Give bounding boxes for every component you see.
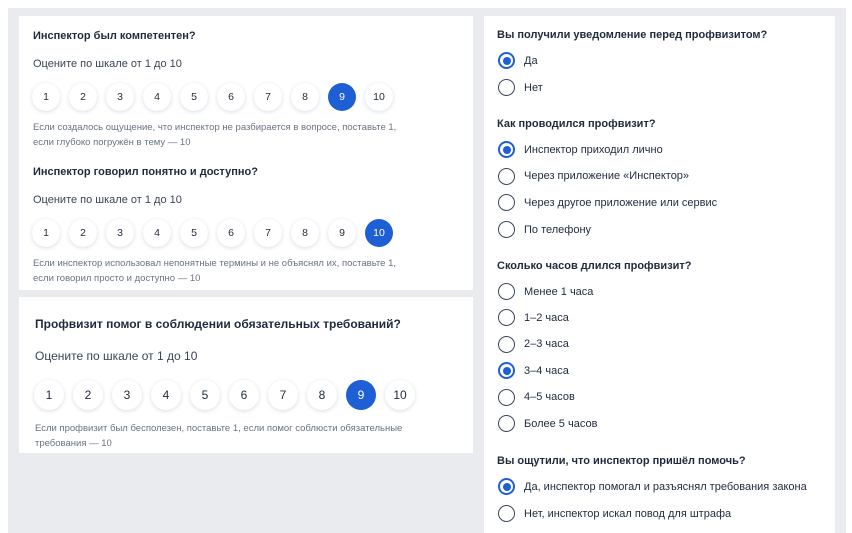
rating-option[interactable]: 7	[254, 83, 282, 111]
radio-option-label: Более 5 часов	[524, 417, 598, 430]
radio-option[interactable]: 4–5 часов	[498, 388, 575, 406]
rating-option[interactable]: 3	[106, 219, 134, 247]
radio-option[interactable]: 2–3 часа	[498, 335, 569, 353]
radio-option-label: 4–5 часов	[524, 391, 575, 404]
card-requirements: Профвизит помог в соблюдении обязательны…	[19, 297, 473, 453]
rating-option[interactable]: 1	[32, 83, 60, 111]
radio-option[interactable]: 1–2 часа	[498, 309, 569, 327]
rating-option[interactable]: 9	[328, 219, 356, 247]
rating-option[interactable]: 7	[254, 219, 282, 247]
radio-button[interactable]	[498, 194, 515, 212]
radio-button[interactable]	[498, 283, 515, 300]
radio-option-label: 2–3 часа	[524, 338, 569, 351]
rating-option[interactable]: 6	[217, 83, 245, 111]
rating-option[interactable]: 9	[328, 83, 356, 111]
rating-option[interactable]: 2	[69, 219, 97, 247]
question-clarity-title: Инспектор говорил понятно и доступно?	[33, 166, 258, 178]
rating-option[interactable]: 2	[73, 380, 103, 410]
rating-option[interactable]: 9	[346, 380, 376, 410]
rating-option[interactable]: 1	[32, 219, 60, 247]
rating-option[interactable]: 1	[34, 380, 64, 410]
card-competence: Инспектор был компетентен? Оцените по шк…	[19, 16, 473, 290]
rating-option[interactable]: 4	[143, 83, 171, 111]
rating-option[interactable]: 3	[112, 380, 142, 410]
rating-option[interactable]: 6	[229, 380, 259, 410]
rating-scale-requirements: 1 2 3 4 5 6 7 8 9 10	[34, 380, 424, 410]
radio-button[interactable]	[498, 221, 515, 239]
rating-option[interactable]: 3	[106, 83, 134, 111]
question-requirements-title: Профвизит помог в соблюдении обязательны…	[35, 317, 401, 331]
radio-button[interactable]	[498, 388, 515, 406]
radio-button[interactable]	[498, 309, 515, 327]
question-help-title: Вы ощутили, что инспектор пришёл помочь?	[497, 455, 746, 467]
radio-button[interactable]	[498, 335, 515, 353]
question-requirements-subtitle: Оцените по шкале от 1 до 10	[35, 349, 198, 363]
question-notice-title: Вы получили уведомление перед профвизито…	[497, 29, 768, 41]
radio-option-label: Инспектор приходил лично	[524, 143, 663, 156]
rating-option[interactable]: 6	[217, 219, 245, 247]
radio-option[interactable]: По телефону	[498, 221, 592, 239]
radio-option[interactable]: Менее 1 часа	[498, 283, 593, 300]
radio-button[interactable]	[498, 167, 515, 185]
radio-option[interactable]: Через другое приложение или сервис	[498, 194, 718, 212]
radio-option-label: По телефону	[524, 223, 592, 236]
radio-option-label: 3–4 часа	[524, 364, 569, 377]
rating-option[interactable]: 8	[291, 83, 319, 111]
radio-button[interactable]	[498, 79, 515, 96]
radio-option-label: Нет, инспектор искал повод для штрафа	[524, 507, 732, 520]
rating-option[interactable]: 5	[190, 380, 220, 410]
radio-option-label: Менее 1 часа	[524, 285, 594, 298]
radio-option-label: Через приложение «Инспектор»	[524, 170, 690, 183]
rating-option[interactable]: 10	[385, 380, 415, 410]
rating-option[interactable]: 4	[151, 380, 181, 410]
rating-option[interactable]: 5	[180, 219, 208, 247]
rating-option[interactable]: 10	[365, 219, 393, 247]
question-clarity-hint: Если инспектор использовал непонятные те…	[33, 258, 396, 284]
rating-option[interactable]: 8	[307, 380, 337, 410]
radio-option[interactable]: Более 5 часов	[498, 415, 597, 432]
question-requirements-hint: Если профвизит был бесполезен, поставьте…	[35, 423, 403, 449]
radio-button[interactable]	[498, 52, 515, 69]
radio-button[interactable]	[498, 478, 515, 495]
rating-scale-clarity: 1 2 3 4 5 6 7 8 9 10	[32, 219, 402, 247]
question-competent-hint: Если создалось ощущение, что инспектор н…	[33, 122, 397, 148]
question-how-title: Как проводился профвизит?	[497, 118, 656, 130]
radio-option-label: Да	[524, 54, 538, 67]
rating-scale-competent: 1 2 3 4 5 6 7 8 9 10	[32, 83, 402, 111]
rating-option[interactable]: 10	[365, 83, 393, 111]
question-hours-title: Сколько часов длился профвизит?	[497, 260, 692, 272]
rating-option[interactable]: 2	[69, 83, 97, 111]
radio-button[interactable]	[498, 415, 515, 432]
radio-option[interactable]: 3–4 часа	[498, 362, 569, 380]
radio-button[interactable]	[498, 362, 515, 380]
radio-option[interactable]: Через приложение «Инспектор»	[498, 167, 690, 185]
radio-option[interactable]: Да, инспектор помогал и разъяснял требов…	[498, 478, 807, 495]
question-clarity-subtitle: Оцените по шкале от 1 до 10	[33, 194, 182, 206]
radio-option[interactable]: Да	[498, 52, 538, 69]
radio-option[interactable]: Инспектор приходил лично	[498, 141, 663, 158]
radio-option[interactable]: Нет, инспектор искал повод для штрафа	[498, 505, 731, 522]
radio-option-label: Через другое приложение или сервис	[524, 196, 718, 209]
question-competent-title: Инспектор был компетентен?	[33, 30, 196, 42]
rating-option[interactable]: 8	[291, 219, 319, 247]
question-competent-subtitle: Оцените по шкале от 1 до 10	[33, 58, 182, 70]
rating-option[interactable]: 4	[143, 219, 171, 247]
radio-option-label: 1–2 часа	[524, 311, 569, 324]
radio-option-label: Да, инспектор помогал и разъяснял требов…	[524, 480, 807, 493]
radio-option[interactable]: Нет	[498, 79, 543, 96]
rating-option[interactable]: 7	[268, 380, 298, 410]
rating-option[interactable]: 5	[180, 83, 208, 111]
radio-button[interactable]	[498, 505, 515, 522]
card-visit-details: Вы получили уведомление перед профвизито…	[484, 16, 835, 533]
radio-button[interactable]	[498, 141, 515, 158]
radio-option-label: Нет	[524, 81, 543, 94]
